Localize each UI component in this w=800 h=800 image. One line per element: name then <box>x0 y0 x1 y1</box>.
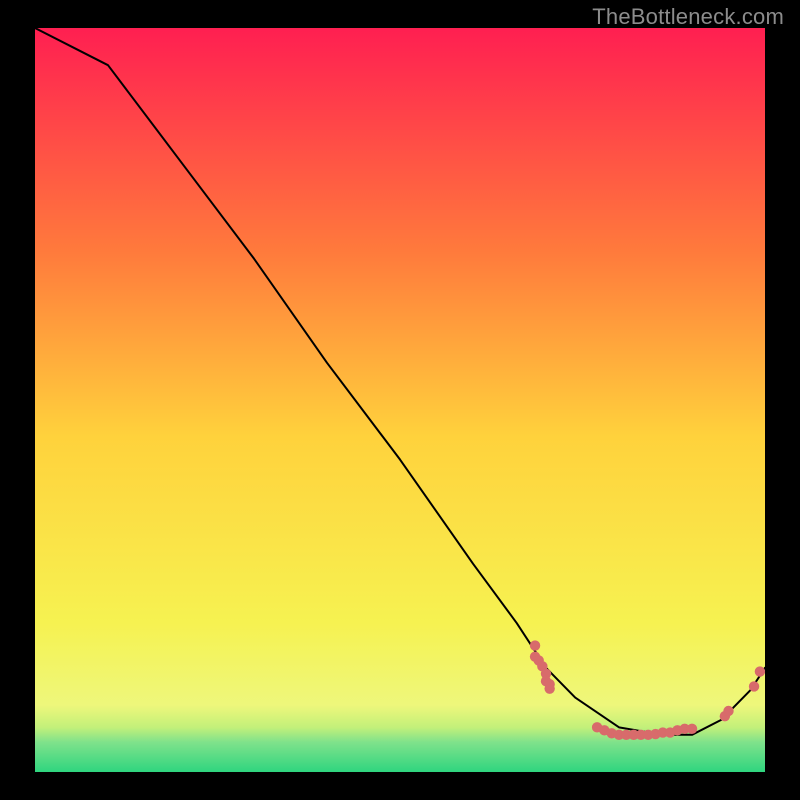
chart-frame: TheBottleneck.com <box>0 0 800 800</box>
data-point <box>687 724 697 734</box>
gradient-background <box>35 28 765 772</box>
data-point <box>723 706 733 716</box>
data-point <box>530 640 540 650</box>
data-point <box>755 666 765 676</box>
data-point <box>544 683 554 693</box>
watermark-text: TheBottleneck.com <box>592 4 784 30</box>
plot-area <box>35 28 765 772</box>
data-point <box>749 681 759 691</box>
chart-svg <box>35 28 765 772</box>
